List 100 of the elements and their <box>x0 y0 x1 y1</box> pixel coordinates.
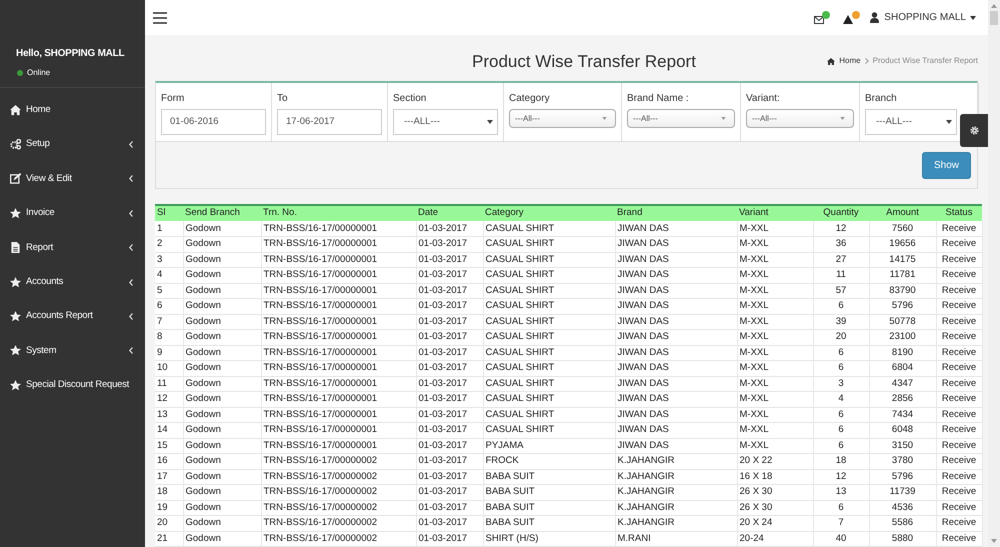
table-cell: 6 <box>813 500 869 516</box>
table-cell: TRN-BSS/16-17/00000001 <box>261 314 416 330</box>
star-icon <box>10 208 21 219</box>
table-cell: 3780 <box>869 454 936 469</box>
user-menu-button[interactable]: SHOPPING MALL <box>884 10 976 25</box>
star-icon <box>10 276 21 288</box>
table-cell: 6048 <box>869 422 936 438</box>
table-cell: 4347 <box>869 376 936 392</box>
table-cell: 14175 <box>869 252 936 268</box>
table-cell: 27 <box>813 252 869 268</box>
select-dropdown[interactable]: ---ALL--- <box>393 109 498 135</box>
table-cell: 01-03-2017 <box>416 252 483 268</box>
table-cell: M-XXL <box>737 236 813 252</box>
table-cell: Godown <box>183 422 261 438</box>
dropdown-caret-icon <box>721 117 726 120</box>
column-header: Send Branch <box>183 206 261 221</box>
table-cell: 11 <box>155 376 183 392</box>
warning-icon[interactable] <box>843 10 860 24</box>
table-cell: JIWAN DAS <box>615 360 737 376</box>
table-cell: JIWAN DAS <box>615 376 737 392</box>
table-cell: M-XXL <box>737 298 813 314</box>
table-cell: Receive <box>936 298 982 314</box>
sidebar-item[interactable]: Special Discount Request <box>0 368 145 403</box>
table-cell: CASUAL SHIRT <box>483 345 615 360</box>
menu-icon[interactable] <box>153 12 167 24</box>
sidebar-item[interactable]: View & Edit <box>0 162 145 196</box>
table-cell: 01-03-2017 <box>416 298 483 314</box>
column-header: Date <box>416 206 483 221</box>
table-cell: CASUAL SHIRT <box>483 330 615 345</box>
table-cell: 5880 <box>869 531 936 546</box>
table-cell: JIWAN DAS <box>615 314 737 330</box>
select-dropdown[interactable]: ---All--- <box>627 109 735 128</box>
table-cell: M.RANI <box>615 531 737 546</box>
table-cell: Godown <box>183 516 261 531</box>
table-cell: 6 <box>813 407 869 422</box>
table-cell: 11 <box>813 268 869 283</box>
scroll-thumb[interactable] <box>990 11 998 25</box>
settings-tab[interactable] <box>960 114 988 147</box>
table-cell: 01-03-2017 <box>416 360 483 376</box>
show-button[interactable]: Show <box>922 152 971 178</box>
table-cell: 6 <box>813 422 869 438</box>
table-cell: JIWAN DAS <box>615 221 737 236</box>
breadcrumb-link[interactable]: Home <box>839 55 861 67</box>
table-cell: Godown <box>183 268 261 283</box>
breadcrumb-current: Product Wise Transfer Report <box>872 55 978 67</box>
table-cell: M-XXL <box>737 221 813 236</box>
table-cell: 18 <box>155 484 183 500</box>
table-cell: K.JAHANGIR <box>615 484 737 500</box>
table-cell: BABA SUIT <box>483 484 615 500</box>
select-dropdown[interactable]: ---All--- <box>746 109 854 128</box>
table-cell: 3 <box>155 252 183 268</box>
table-cell: Godown <box>183 330 261 345</box>
table-cell: M-XXL <box>737 268 813 283</box>
table-cell: 6804 <box>869 360 936 376</box>
table-cell: 01-03-2017 <box>416 422 483 438</box>
settings-icon[interactable] <box>968 125 980 136</box>
table-cell: 10 <box>155 360 183 376</box>
table-cell: 01-03-2017 <box>416 236 483 252</box>
table-cell: Receive <box>936 376 982 392</box>
sidebar-item[interactable]: Accounts <box>0 264 145 300</box>
table-cell: 39 <box>813 314 869 330</box>
date-input-field[interactable]: 17-06-2017 <box>277 109 382 135</box>
sidebar-item[interactable]: Report <box>0 230 145 265</box>
scrollbar[interactable] <box>988 0 1000 547</box>
table-cell: TRN-BSS/16-17/00000001 <box>261 376 416 392</box>
table-cell: TRN-BSS/16-17/00000002 <box>261 516 416 531</box>
sidebar-item[interactable]: Accounts Report <box>0 299 145 334</box>
table-cell: CASUAL SHIRT <box>483 360 615 376</box>
table-cell: 7560 <box>869 221 936 236</box>
table-cell: 01-03-2017 <box>416 469 483 484</box>
table-cell: 26 X 30 <box>737 484 813 500</box>
table-cell: JIWAN DAS <box>615 392 737 407</box>
table-cell: TRN-BSS/16-17/00000001 <box>261 392 416 407</box>
date-input-field[interactable]: 01-06-2016 <box>161 109 266 135</box>
table-cell: M-XXL <box>737 438 813 454</box>
dropdown-caret-icon <box>946 120 952 124</box>
table-cell: Godown <box>183 345 261 360</box>
table-cell: 17 <box>155 469 183 484</box>
table-cell: 01-03-2017 <box>416 376 483 392</box>
mail-icon[interactable] <box>814 10 830 24</box>
table-cell: 13 <box>155 407 183 422</box>
table-cell: 83790 <box>869 283 936 298</box>
sidebar-item[interactable]: Setup <box>0 127 145 162</box>
sidebar-item[interactable]: Invoice <box>0 196 145 231</box>
table-cell: 6 <box>813 298 869 314</box>
sidebar-item[interactable]: System <box>0 334 145 368</box>
table-cell: M-XXL <box>737 360 813 376</box>
table-cell: 8 <box>155 330 183 345</box>
table-cell: 23100 <box>869 330 936 345</box>
select-dropdown[interactable]: ---ALL--- <box>865 109 957 135</box>
table-cell: 01-03-2017 <box>416 484 483 500</box>
table-cell: 01-03-2017 <box>416 283 483 298</box>
select-dropdown[interactable]: ---All--- <box>509 109 616 128</box>
table-cell: 20 X 24 <box>737 516 813 531</box>
table-cell: Receive <box>936 330 982 345</box>
table-cell: K.JAHANGIR <box>615 454 737 469</box>
table-cell: Godown <box>183 360 261 376</box>
table-cell: TRN-BSS/16-17/00000002 <box>261 484 416 500</box>
sidebar-item[interactable]: Home <box>0 93 145 128</box>
table-cell: Receive <box>936 531 982 546</box>
